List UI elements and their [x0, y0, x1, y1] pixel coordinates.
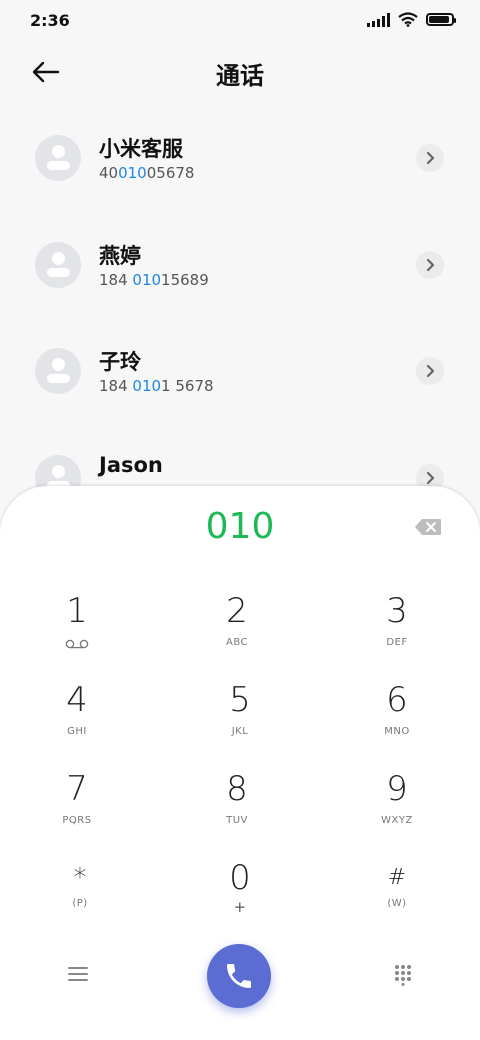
key-digit: 8	[226, 769, 248, 809]
key-letters: ABC	[225, 637, 248, 648]
keypad-icon[interactable]	[393, 964, 413, 986]
avatar	[35, 135, 81, 181]
signal-icon	[367, 12, 390, 27]
key-7[interactable]: 7 PQRS	[17, 769, 137, 849]
menu-icon[interactable]	[66, 964, 90, 984]
number-prefix: 184	[99, 271, 133, 289]
contact-name: 小米客服	[99, 137, 183, 161]
key-digit: 6	[386, 680, 408, 720]
number-prefix: 40	[99, 164, 119, 182]
key-letters: DEF	[386, 637, 408, 648]
key-0[interactable]: 0 +	[180, 858, 300, 938]
contact-number: 4001005678	[99, 164, 194, 182]
contact-number: 184 0101 5678	[99, 377, 214, 395]
chevron-right-icon[interactable]	[416, 144, 444, 172]
contact-name: Jason	[99, 453, 163, 477]
key-6[interactable]: 6 MNO	[337, 680, 457, 760]
key-2[interactable]: 2 ABC	[177, 591, 297, 671]
status-bar: 2:36	[0, 0, 480, 40]
key-star[interactable]: * (P)	[20, 858, 140, 938]
contact-list: 小米客服 4001005678 燕婷 184 01015689 子玲 184 0…	[0, 110, 480, 490]
key-digit: 2	[226, 591, 248, 631]
key-letters: (P)	[72, 898, 88, 909]
chevron-right-icon[interactable]	[416, 251, 444, 279]
page-title: 通话	[216, 62, 264, 90]
dialed-number: 010	[205, 506, 275, 547]
avatar	[35, 455, 81, 490]
key-digit: 3	[386, 591, 408, 631]
contact-name: 燕婷	[99, 244, 141, 268]
wifi-icon	[398, 12, 418, 27]
number-suffix: 05678	[146, 164, 195, 182]
key-letters: TUV	[226, 815, 248, 826]
key-digit: *	[73, 863, 87, 893]
key-9[interactable]: 9 WXYZ	[337, 769, 457, 849]
contact-number: 184 01015689	[99, 271, 209, 289]
contact-item[interactable]: 小米客服 4001005678	[0, 110, 480, 210]
number-suffix: 1 5678	[161, 377, 214, 395]
key-3[interactable]: 3 DEF	[337, 591, 457, 671]
key-letters: GHI	[67, 726, 87, 737]
call-button[interactable]	[207, 944, 271, 1008]
contact-item[interactable]: 子玲 184 0101 5678	[0, 323, 480, 423]
avatar	[35, 348, 81, 394]
header: 通话	[0, 44, 480, 100]
key-4[interactable]: 4 GHI	[17, 680, 137, 760]
key-letters: (W)	[387, 898, 407, 909]
key-letters: PQRS	[62, 815, 92, 826]
key-8[interactable]: 8 TUV	[177, 769, 297, 849]
key-digit: 4	[66, 680, 88, 720]
backspace-icon[interactable]	[414, 518, 442, 536]
battery-icon	[426, 13, 456, 26]
key-digit: 7	[66, 769, 88, 809]
key-letters: JKL	[231, 726, 249, 737]
key-1[interactable]: 1	[17, 591, 137, 671]
key-digit: #	[387, 865, 407, 890]
phone-icon	[227, 964, 251, 988]
number-prefix: 184	[99, 377, 133, 395]
voicemail-icon	[65, 639, 89, 649]
number-suffix: 15689	[161, 271, 209, 289]
chevron-right-icon[interactable]	[416, 357, 444, 385]
number-match: 010	[132, 271, 162, 289]
key-digit: 9	[386, 769, 408, 809]
key-letters: +	[233, 898, 247, 916]
key-digit: 5	[229, 680, 251, 720]
number-match: 010	[118, 164, 147, 182]
contact-item[interactable]: 燕婷 184 01015689	[0, 217, 480, 317]
key-letters: MNO	[384, 726, 410, 737]
key-hash[interactable]: # (W)	[337, 858, 457, 938]
avatar	[35, 242, 81, 288]
contact-name: 子玲	[99, 350, 141, 374]
key-digit: 0	[229, 858, 251, 898]
dialer-panel: 010 1 2 ABC 3 DEF 4 GHI 5 JKL 6 MNO 7 PQ…	[0, 486, 480, 1040]
key-digit: 1	[66, 591, 88, 631]
number-match: 010	[132, 377, 162, 395]
contact-item[interactable]: Jason	[0, 430, 480, 490]
status-icons	[367, 12, 456, 27]
key-5[interactable]: 5 JKL	[180, 680, 300, 760]
key-letters: WXYZ	[381, 815, 413, 826]
status-time: 2:36	[30, 11, 70, 30]
